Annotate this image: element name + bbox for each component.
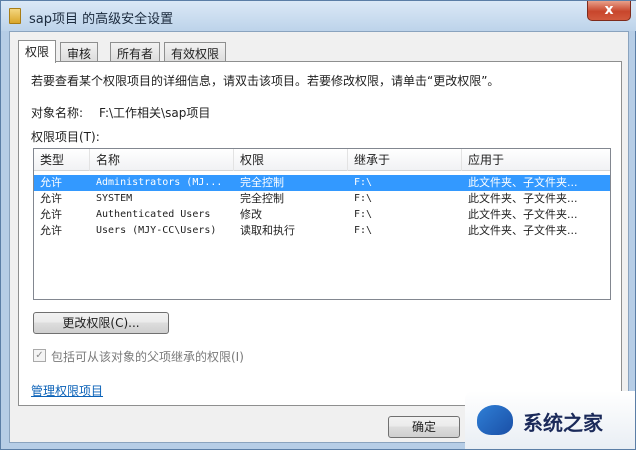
cell-permission: 完全控制 [240, 176, 284, 189]
cell-name: Authenticated Users [96, 209, 211, 220]
permission-entries-label: 权限项目(T): [31, 130, 100, 144]
cell-name: SYSTEM [96, 193, 133, 204]
tab-owner[interactable]: 所有者 [110, 42, 161, 62]
table-row[interactable]: 允许 Administrators (MJ... 完全控制 F:\ 此文件夹、子… [34, 175, 610, 191]
column-header-type[interactable]: 类型 [34, 149, 90, 171]
info-text: 若要查看某个权限项目的详细信息，请双击该项目。若要修改权限，请单击“更改权限”。 [31, 74, 500, 88]
cell-inherited-from: F:\ [354, 177, 373, 188]
table-row[interactable]: 允许 Users (MJY-CC\Users) 读取和执行 F:\ 此文件夹、子… [34, 223, 610, 239]
cell-inherited-from: F:\ [354, 209, 373, 220]
table-row[interactable]: 允许 Authenticated Users 修改 F:\ 此文件夹、子文件夹.… [34, 207, 610, 223]
cell-applies-to: 此文件夹、子文件夹... [468, 208, 578, 221]
ok-button[interactable]: 确定 [388, 416, 460, 438]
cell-applies-to: 此文件夹、子文件夹... [468, 224, 578, 237]
title-bar[interactable]: sap项目 的高级安全设置 x [1, 1, 636, 31]
cell-type: 允许 [40, 224, 62, 237]
inherit-permissions-label: 包括可从该对象的父项继承的权限(I) [51, 350, 244, 364]
tab-auditing[interactable]: 审核 [60, 42, 99, 62]
close-button[interactable]: x [587, 1, 631, 21]
cell-applies-to: 此文件夹、子文件夹... [468, 192, 578, 205]
list-header: 类型 名称 权限 继承于 应用于 [34, 149, 610, 171]
watermark-logo-icon [477, 405, 513, 435]
cell-permission: 完全控制 [240, 192, 284, 205]
cell-type: 允许 [40, 192, 62, 205]
site-watermark: 系统之家 [465, 391, 635, 449]
tab-effective-permissions[interactable]: 有效权限 [164, 42, 227, 62]
folder-icon [9, 8, 21, 24]
object-name-label: 对象名称: [31, 106, 84, 120]
window-title: sap项目 的高级安全设置 [29, 12, 174, 27]
watermark-text: 系统之家 [523, 411, 603, 435]
dialog-client-area: 权限 审核 所有者 有效权限 若要查看某个权限项目的详细信息，请双击该项目。若要… [9, 31, 629, 443]
permissions-panel: 若要查看某个权限项目的详细信息，请双击该项目。若要修改权限，请单击“更改权限”。… [18, 61, 622, 406]
change-permissions-button[interactable]: 更改权限(C)... [33, 312, 169, 334]
cell-type: 允许 [40, 208, 62, 221]
tab-permissions[interactable]: 权限 [18, 40, 57, 63]
cell-permission: 修改 [240, 208, 262, 221]
table-row[interactable]: 允许 SYSTEM 完全控制 F:\ 此文件夹、子文件夹... [34, 191, 610, 207]
column-header-permission[interactable]: 权限 [234, 149, 348, 171]
column-header-name[interactable]: 名称 [90, 149, 234, 171]
cell-name: Users (MJY-CC\Users) [96, 225, 217, 236]
cell-inherited-from: F:\ [354, 225, 373, 236]
cell-applies-to: 此文件夹、子文件夹... [468, 176, 578, 189]
object-name-value: F:\工作相关\sap项目 [99, 106, 211, 120]
cell-name: Administrators (MJ... [96, 177, 223, 188]
cell-permission: 读取和执行 [240, 224, 295, 237]
cell-type: 允许 [40, 176, 62, 189]
cell-inherited-from: F:\ [354, 193, 373, 204]
inherit-permissions-checkbox[interactable]: ✓ [33, 349, 46, 362]
column-header-applies-to[interactable]: 应用于 [462, 149, 610, 171]
security-dialog-window: sap项目 的高级安全设置 x 权限 审核 所有者 有效权限 若要查看某个权限项… [0, 0, 636, 450]
manage-permission-entries-link[interactable]: 管理权限项目 [31, 382, 103, 399]
permission-entries-list[interactable]: 类型 名称 权限 继承于 应用于 允许 Administrators (MJ..… [33, 148, 611, 300]
column-header-inherited-from[interactable]: 继承于 [348, 149, 462, 171]
